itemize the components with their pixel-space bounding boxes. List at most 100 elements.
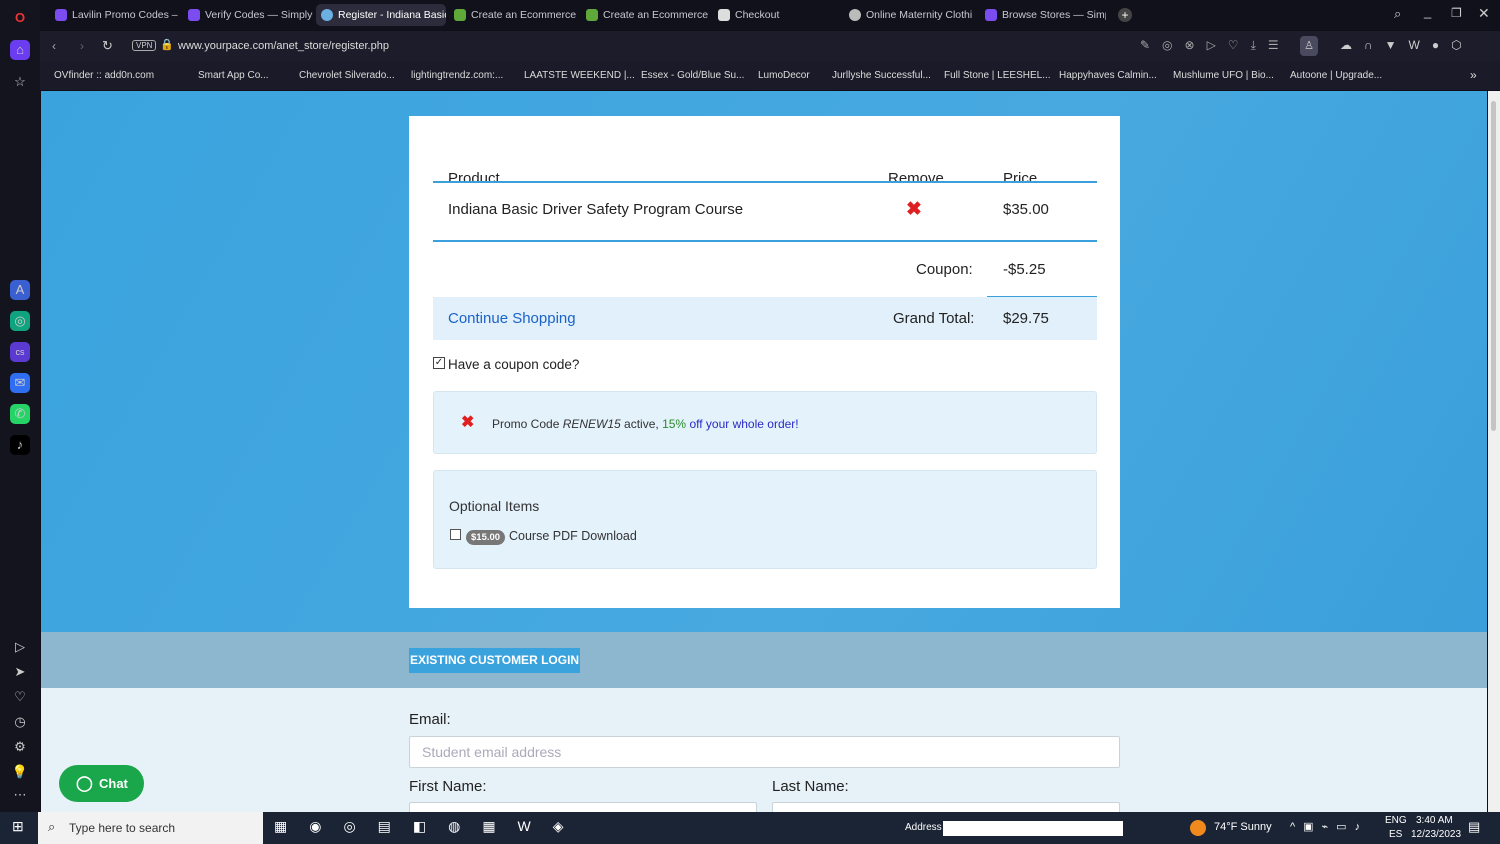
remove-header: Remove [888,170,944,187]
search-placeholder: Type here to search [69,821,176,835]
pdf-download-checkbox[interactable] [450,529,461,540]
bookmark[interactable]: Essex - Gold/Blue Su... [641,70,744,81]
promo-box: ✖ Promo Code RENEW15 active, 15% off you… [433,391,1097,454]
web-page: Product Remove Price Indiana Basic Drive… [41,91,1487,812]
reload-button[interactable]: ↻ [102,38,113,54]
more-bookmarks-icon[interactable]: » [1470,68,1477,82]
pdf-download-label: Course PDF Download [509,529,637,543]
tiktok-icon[interactable]: ♪ [10,435,30,455]
bookmark[interactable]: lightingtrendz.com:... [411,70,503,81]
cart-card: Product Remove Price Indiana Basic Drive… [409,116,1120,608]
pinned-apps[interactable]: ▦◉◎▤◧◍▦W◈ [274,818,586,835]
star-icon[interactable]: ☆ [10,72,30,92]
have-coupon-checkbox[interactable]: ✓ [433,357,445,369]
chat-bubble-icon: ◯ [76,775,93,792]
bookmark[interactable]: LAATSTE WEEKEND |... [524,70,635,81]
chat-label: Chat [99,776,128,791]
profile-icon[interactable]: ♙ [1300,36,1318,56]
vpn-badge[interactable]: VPN [132,40,157,51]
shopify-icon [454,9,466,21]
promo-message: Promo Code RENEW15 active, 15% off your … [492,417,799,431]
bookmark[interactable]: Chevrolet Silverado... [299,70,395,81]
clock-date[interactable]: 12/23/2023 [1411,829,1461,840]
tab[interactable]: Create an Ecommerce Web [449,4,577,26]
tab[interactable]: Lavilin Promo Codes – 25% [50,4,180,26]
chatgpt-icon[interactable]: ◎ [10,311,30,331]
email-label: Email: [409,711,451,728]
optional-items-box: Optional Items $15.00 Course PDF Downloa… [433,470,1097,569]
close-window-button[interactable]: ✕ [1478,5,1490,22]
bookmark[interactable]: Jurllyshe Successful... [832,70,931,81]
language-sub[interactable]: ES [1389,829,1402,840]
player-icon[interactable]: ▷ [10,637,30,657]
chat-button[interactable]: ◯ Chat [59,765,144,802]
promo-mid: active, [620,417,663,431]
divider [433,181,1097,183]
last-name-input[interactable] [772,802,1120,812]
simplycodes-icon [985,9,997,21]
lightbulb-icon[interactable]: 💡 [10,762,30,782]
aria-icon[interactable]: A [10,280,30,300]
messenger-icon[interactable]: ✉ [10,373,30,393]
tab[interactable]: Checkout [713,4,833,26]
first-name-label: First Name: [409,778,487,795]
email-input[interactable]: Student email address [409,736,1120,768]
language[interactable]: ENG [1385,815,1407,826]
bookmark[interactable]: Happyhaves Calmin... [1059,70,1157,81]
more-icon[interactable]: ⋯ [10,785,30,805]
address-label: Address [905,822,942,833]
optional-items-title: Optional Items [449,498,540,514]
shirt-icon [718,9,730,21]
home-icon[interactable]: ⌂ [10,40,30,60]
bookmark[interactable]: OVfinder :: add0n.com [54,70,154,81]
tab-active[interactable]: Register - Indiana Basic Dr [316,4,446,26]
tab[interactable]: Verify Codes — SimplyCodes [183,4,313,26]
login-band [41,632,1487,688]
forward-button[interactable]: › [80,39,84,53]
notifications-icon[interactable]: ▤ [1468,819,1480,835]
first-name-input[interactable] [409,802,757,812]
weather-text[interactable]: 74°F Sunny [1214,821,1272,833]
clock-time[interactable]: 3:40 AM [1416,815,1453,826]
shopify-icon [586,9,598,21]
send-icon[interactable]: ➤ [10,662,30,682]
whatsapp-icon[interactable]: ✆ [10,404,30,424]
bookmark[interactable]: LumoDecor [758,70,810,81]
minimize-button[interactable]: _ [1424,4,1431,19]
back-button[interactable]: ‹ [52,39,56,53]
heart-icon[interactable]: ♡ [10,687,30,707]
bookmark[interactable]: Smart App Co... [198,70,269,81]
opera-logo-icon[interactable]: O [10,8,30,28]
tab[interactable]: Online Maternity Clothing [844,4,972,26]
windows-start-icon[interactable]: ⊞ [12,818,24,835]
globe-icon [849,9,861,21]
tray-icons[interactable]: ^▣⌁▭♪ [1290,820,1368,833]
promo-prefix: Promo Code [492,417,563,431]
tab[interactable]: Create an Ecommerce Web [581,4,709,26]
restore-button[interactable]: ❐ [1451,6,1462,20]
scrollbar[interactable] [1488,91,1500,812]
new-tab-button[interactable]: + [1118,8,1132,22]
history-icon[interactable]: ◷ [10,712,30,732]
chatsonic-icon[interactable]: cs [10,342,30,362]
promo-suffix: off your whole order! [686,417,799,431]
settings-icon[interactable]: ⚙ [10,737,30,757]
url-field[interactable]: www.yourpace.com/anet_store/register.php [178,40,389,52]
browser-sidebar: O ⌂ ☆ A ◎ cs ✉ ✆ ♪ ▷ ➤ ♡ ◷ ⚙ 💡 ⋯ [0,0,40,812]
address-toolbar-input[interactable] [943,821,1123,836]
remove-item-icon[interactable]: ✖ [906,198,922,221]
extension-icons[interactable]: ☁∩▼W●⬡ [1340,38,1474,52]
remove-promo-icon[interactable]: ✖ [461,412,474,432]
price-header: Price [1003,170,1038,187]
tab[interactable]: Browse Stores — SimplyCo [980,4,1106,26]
taskbar-search[interactable]: ⌕ Type here to search [38,812,263,844]
last-name-label: Last Name: [772,778,849,795]
search-tabs-icon[interactable]: ⌕ [1394,6,1401,22]
bookmark[interactable]: Full Stone | LEESHEL... [944,70,1051,81]
grand-total-value: $29.75 [1003,310,1049,327]
bookmark[interactable]: Mushlume UFO | Bio... [1173,70,1274,81]
toolbar-icons[interactable]: ✎◎⊗▷♡⤓☰ [1140,38,1291,53]
existing-customer-login-button[interactable]: EXISTING CUSTOMER LOGIN [409,648,580,673]
bookmark[interactable]: Autoone | Upgrade... [1290,70,1382,81]
continue-shopping-link[interactable]: Continue Shopping [448,310,576,327]
